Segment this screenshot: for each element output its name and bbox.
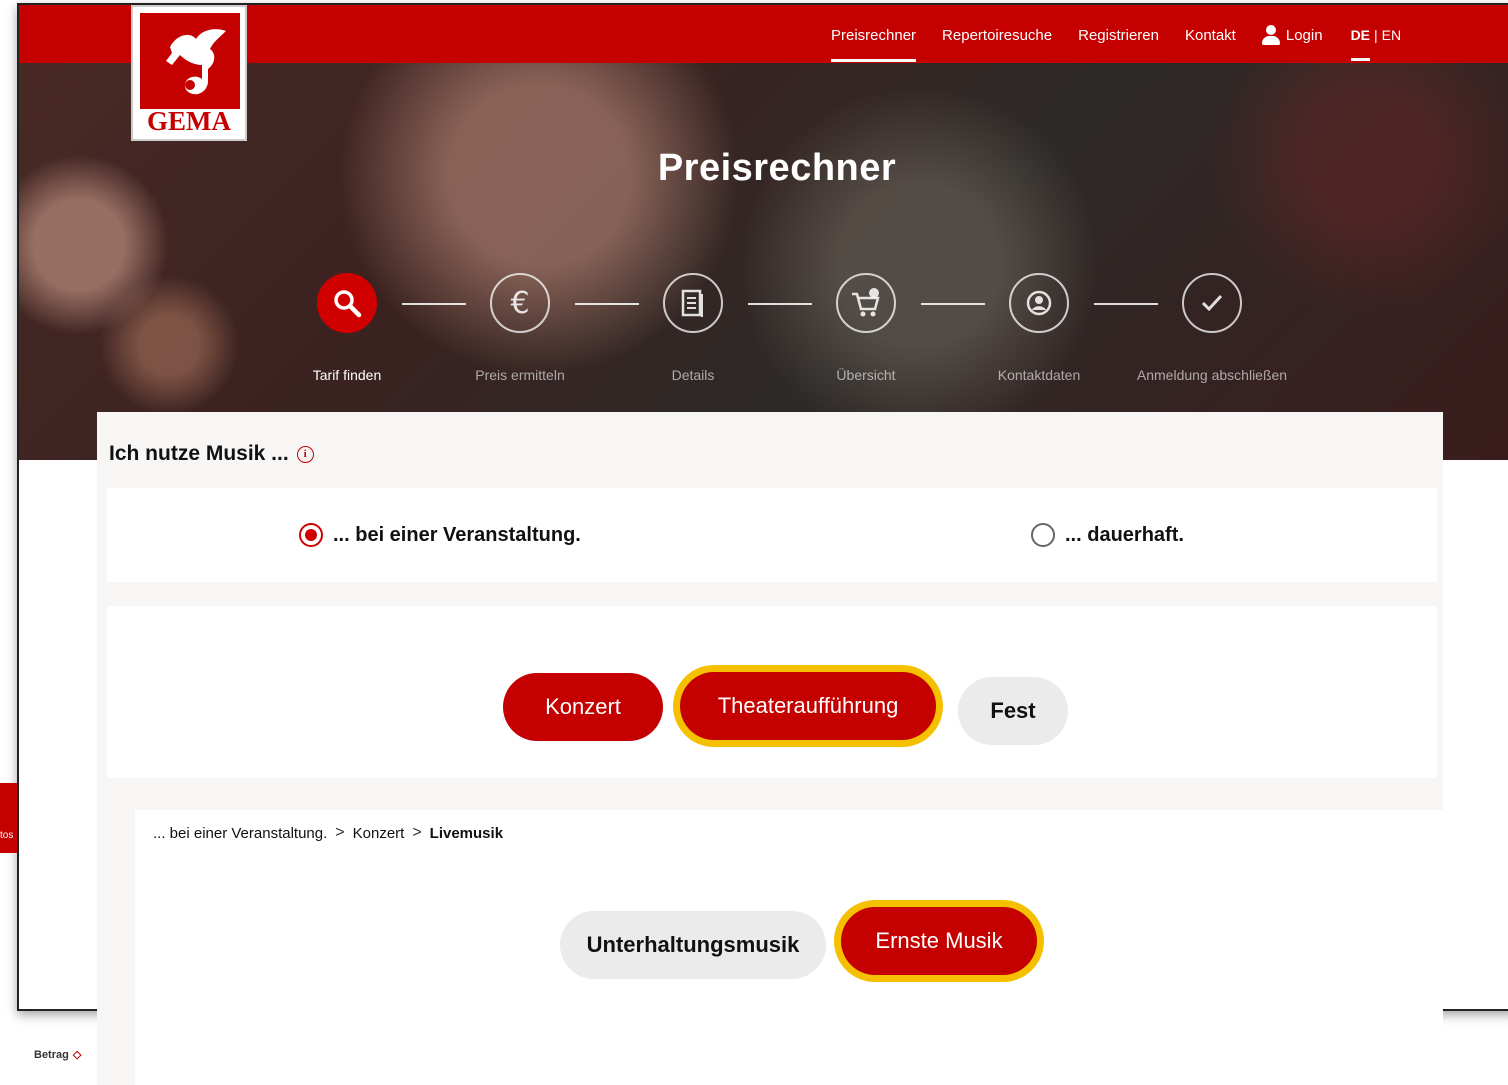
question-title: Ich nutze Musik ...: [109, 442, 289, 465]
breadcrumb-item-livemusik: Livemusik: [429, 824, 504, 842]
nav-registrieren[interactable]: Registrieren: [1078, 27, 1159, 44]
step-label-preis-ermitteln: Preis ermitteln: [475, 367, 565, 383]
login-link[interactable]: Login: [1261, 25, 1323, 45]
step-label-details: Details: [671, 367, 715, 383]
breadcrumb: ... bei einer Veranstaltung. > Konzert >…: [153, 824, 503, 842]
search-icon[interactable]: [317, 273, 377, 333]
ernste-musik-button[interactable]: Ernste Musik: [841, 907, 1037, 975]
nav-kontakt[interactable]: Kontakt: [1185, 27, 1236, 44]
breadcrumb-item-veranstaltung[interactable]: ... bei einer Veranstaltung.: [153, 825, 327, 842]
step-label-tarif-finden: Tarif finden: [312, 367, 382, 383]
gema-logo[interactable]: GEMA: [131, 5, 247, 141]
sort-betrag[interactable]: Betrag ◇: [34, 1048, 82, 1062]
pegasus-note-icon: [166, 29, 226, 95]
step-connector: [748, 303, 812, 305]
language-switcher: DE | EN: [1350, 27, 1401, 61]
step-label-kontaktdaten: Kontaktdaten: [997, 367, 1081, 383]
checkmark-icon: [1182, 273, 1242, 333]
login-label: Login: [1285, 26, 1323, 44]
breadcrumb-item-konzert[interactable]: Konzert: [353, 825, 405, 842]
step-connector: [921, 303, 985, 305]
document-icon: [663, 273, 723, 333]
radio-veranstaltung[interactable]: ... bei einer Veranstaltung.: [299, 523, 581, 547]
tariff-finder-panel: Ich nutze Musik ... i ... bei einer Vera…: [97, 412, 1443, 1085]
lang-de[interactable]: DE: [1350, 27, 1371, 61]
page-title: Preisrechner: [657, 147, 897, 189]
logo-text: GEMA: [147, 106, 231, 136]
nav-preisrechner[interactable]: Preisrechner: [831, 27, 917, 62]
unterhaltungsmusik-button[interactable]: Unterhaltungsmusik: [560, 911, 826, 979]
radio-button-checked[interactable]: [299, 523, 323, 547]
step-label-uebersicht: Übersicht: [836, 367, 896, 383]
cart-icon: [836, 273, 896, 333]
theaterauffuehrung-button[interactable]: Theateraufführung: [680, 672, 936, 740]
lang-en[interactable]: EN: [1382, 27, 1401, 43]
music-type-panel: ... bei einer Veranstaltung. > Konzert >…: [135, 810, 1443, 1085]
info-icon[interactable]: i: [296, 445, 314, 463]
radio-dauerhaft[interactable]: ... dauerhaft.: [1031, 523, 1184, 547]
step-label-anmeldung: Anmeldung abschließen: [1136, 367, 1288, 383]
event-type-group: Konzert Theateraufführung Fest: [107, 606, 1437, 778]
nav-repertoiresuche[interactable]: Repertoiresuche: [942, 27, 1052, 44]
lang-separator: |: [1374, 27, 1378, 43]
logo-emblem: [140, 13, 240, 109]
usage-question: Ich nutze Musik ... i: [109, 442, 314, 466]
euro-icon: €: [490, 273, 550, 333]
konzert-button[interactable]: Konzert: [503, 673, 663, 741]
user-icon: [1261, 25, 1280, 45]
side-red-strip: [0, 783, 17, 853]
sort-label: Betrag: [34, 1048, 69, 1061]
chevron-right-icon: >: [412, 824, 422, 841]
step-connector: [1094, 303, 1158, 305]
radio-label-dauerhaft: ... dauerhaft.: [1065, 523, 1184, 546]
radio-label-veranstaltung: ... bei einer Veranstaltung.: [333, 523, 581, 546]
main-nav: Preisrechner Repertoiresuche Registriere…: [831, 25, 1401, 62]
chevron-right-icon: >: [335, 824, 345, 841]
step-connector: [402, 303, 466, 305]
usage-radio-group: ... bei einer Veranstaltung. ... dauerha…: [107, 488, 1437, 582]
person-icon: [1009, 273, 1069, 333]
radio-button-unchecked[interactable]: [1031, 523, 1055, 547]
step-connector: [575, 303, 639, 305]
fest-button[interactable]: Fest: [958, 677, 1068, 745]
side-truncated-text: tos: [0, 830, 14, 841]
sort-icon: ◇: [72, 1049, 82, 1061]
